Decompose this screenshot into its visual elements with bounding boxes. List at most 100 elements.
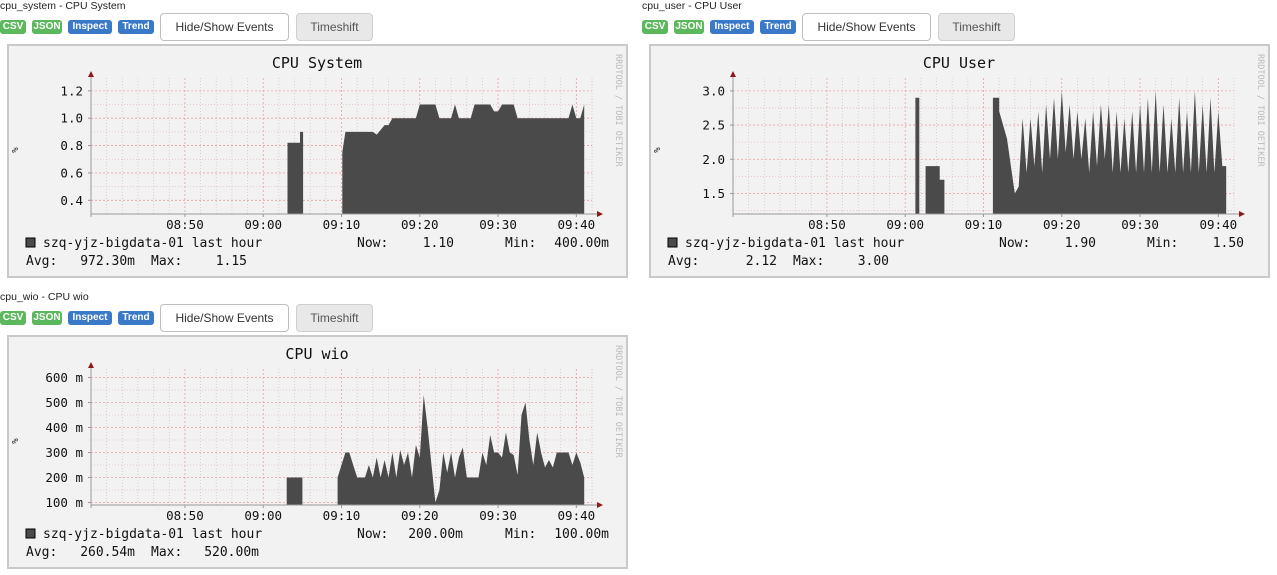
x-tick-label: 09:20 [401,217,439,232]
legend-now-value: 1.10 [423,236,454,251]
y-axis-arrow [730,71,736,77]
legend-min-label: Min: [505,236,536,251]
legend-avg-value: 972.30m [80,254,135,269]
legend-host: szq-yjz-bigdata-01 last hour [685,236,904,251]
legend-swatch [667,237,678,248]
panel-header: cpu_wio - CPU wio [0,291,89,303]
chart-title: CPU wio [285,345,348,363]
json-button[interactable]: JSON [32,311,62,325]
legend-now-label: Now: [999,236,1030,251]
y-tick-label: 3.0 [702,83,725,98]
x-tick-label: 09:20 [1043,217,1081,232]
x-tick-label: 08:50 [166,217,204,232]
x-axis-arrow [597,211,603,217]
x-axis-arrow [1239,211,1245,217]
y-tick-label: 0.6 [60,165,83,180]
cpu-wio-graph: 08:50 09:00 09:10 09:20 09:30 09:40 100 m 200 … [7,335,628,569]
x-tick-label: 09:10 [965,217,1003,232]
csv-button[interactable]: CSV [0,20,26,34]
x-tick-label: 09:40 [558,217,596,232]
y-axis-label: % [653,147,663,153]
y-tick-label: 100 m [45,495,83,510]
y-axis-arrow [88,71,94,77]
y-tick-label: 0.4 [60,193,83,208]
hide-show-events-button[interactable]: Hide/Show Events [802,13,931,41]
inspect-button[interactable]: Inspect [710,20,754,34]
cpu-system-panel: cpu_system - CPU System CSV JSON Inspect… [0,0,632,282]
legend-min-value: 1.50 [1213,236,1244,251]
y-tick-label: 500 m [45,395,83,410]
inspect-button[interactable]: Inspect [68,20,112,34]
legend-now-value: 1.90 [1065,236,1096,251]
legend-now-value: 200.00m [408,527,463,542]
legend-swatch [25,237,36,248]
x-axis-arrow [597,502,603,508]
legend-min-label: Min: [505,527,536,542]
legend-max-label: Max: [151,545,182,560]
y-tick-label: 1.5 [702,186,725,201]
panel-header: cpu_system - CPU System [0,0,126,12]
legend-min-value: 400.00m [554,236,609,251]
legend-host: szq-yjz-bigdata-01 last hour [43,527,262,542]
x-tick-label: 08:50 [166,508,204,523]
legend-max-value: 520.00m [204,545,259,560]
legend-max-value: 3.00 [858,254,889,269]
x-tick-label: 09:30 [479,508,517,523]
y-axis-label: % [11,438,21,444]
y-tick-label: 2.5 [702,118,725,133]
chart-title: CPU System [272,54,362,72]
x-tick-label: 09:40 [1200,217,1238,232]
timeshift-button[interactable]: Timeshift [938,13,1015,41]
x-tick-label: 09:40 [558,508,596,523]
chart-title: CPU User [923,54,995,72]
legend-avg-label: Avg: [26,545,57,560]
legend-now-label: Now: [357,236,388,251]
cpu-user-graph: 08:50 09:00 09:10 09:20 09:30 09:40 1.5 2.0 2.5… [649,44,1270,278]
x-tick-label: 09:00 [886,217,924,232]
watermark: RRDTOOL / TOBI OETIKER [613,54,623,167]
csv-button[interactable]: CSV [0,311,26,325]
x-tick-label: 09:10 [323,508,361,523]
trend-button[interactable]: Trend [760,20,796,34]
y-tick-label: 2.0 [702,152,725,167]
x-tick-label: 09:30 [479,217,517,232]
legend-min-label: Min: [1147,236,1178,251]
csv-button[interactable]: CSV [642,20,668,34]
y-tick-label: 0.8 [60,138,83,153]
hide-show-events-button[interactable]: Hide/Show Events [160,304,289,332]
y-tick-label: 300 m [45,445,83,460]
y-tick-label: 200 m [45,470,83,485]
x-tick-label: 09:00 [244,217,282,232]
x-tick-label: 09:10 [323,217,361,232]
inspect-button[interactable]: Inspect [68,311,112,325]
legend-avg-label: Avg: [668,254,699,269]
series-area [91,395,585,505]
watermark: RRDTOOL / TOBI OETIKER [613,345,623,458]
cpu-wio-panel: cpu_wio - CPU wio CSV JSON Inspect Trend… [0,291,632,573]
timeshift-button[interactable]: Timeshift [296,13,373,41]
legend-min-value: 100.00m [554,527,609,542]
legend-swatch [25,528,36,539]
y-tick-label: 400 m [45,420,83,435]
cpu-user-chart: 08:50 09:00 09:10 09:20 09:30 09:40 1.5 2.0 2.5… [653,54,1265,269]
json-button[interactable]: JSON [32,20,62,34]
json-button[interactable]: JSON [674,20,704,34]
timeshift-button[interactable]: Timeshift [296,304,373,332]
legend-max-label: Max: [151,254,182,269]
y-axis-arrow [88,362,94,368]
trend-button[interactable]: Trend [118,20,154,34]
trend-button[interactable]: Trend [118,311,154,325]
x-tick-label: 09:20 [401,508,439,523]
legend-avg-label: Avg: [26,254,57,269]
watermark: RRDTOOL / TOBI OETIKER [1255,54,1265,167]
x-tick-label: 09:00 [244,508,282,523]
series-area [733,90,1227,214]
cpu-system-chart: 08:50 09:00 09:10 09:20 09:30 09:40 0.4 0.6 0.8… [11,54,623,269]
cpu-wio-chart: 08:50 09:00 09:10 09:20 09:30 09:40 100 m 200 … [11,345,623,560]
hide-show-events-button[interactable]: Hide/Show Events [160,13,289,41]
x-tick-label: 08:50 [808,217,846,232]
panel-header: cpu_user - CPU User [642,0,742,12]
y-tick-label: 1.2 [60,83,83,98]
y-tick-label: 600 m [45,370,83,385]
legend-max-value: 1.15 [216,254,247,269]
